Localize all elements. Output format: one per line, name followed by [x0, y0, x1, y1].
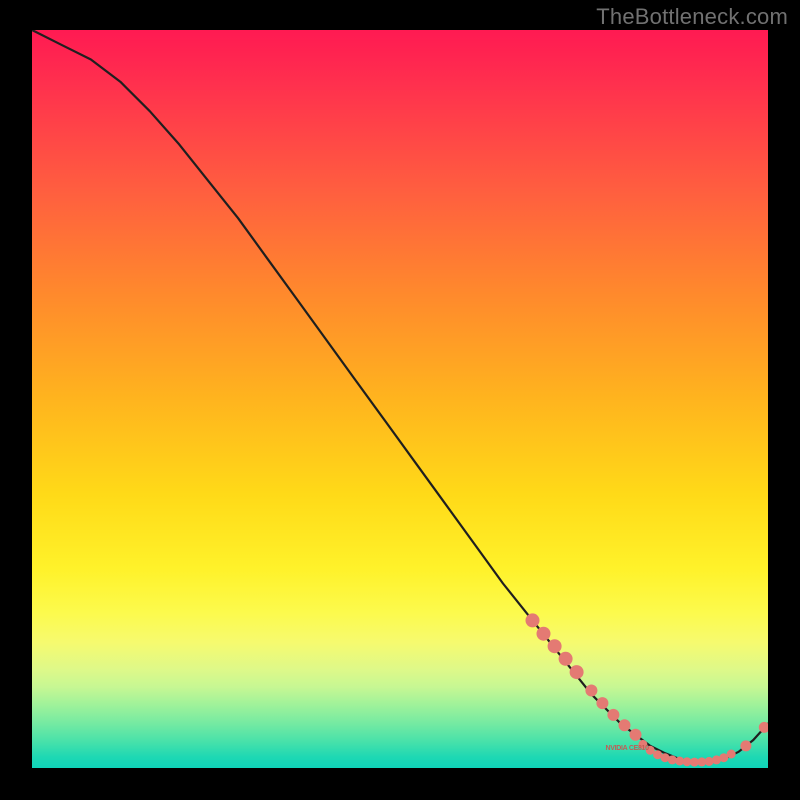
data-point-dot	[630, 729, 642, 741]
data-point-dot	[570, 665, 584, 679]
data-point-dot	[585, 685, 597, 697]
marker-group	[526, 613, 769, 766]
data-point-dot	[705, 757, 714, 766]
data-point-dot	[537, 627, 551, 641]
data-point-dot	[548, 639, 562, 653]
data-point-dot	[740, 740, 751, 751]
data-point-dot	[596, 697, 608, 709]
chart-frame: TheBottleneck.com NVIDIA CE810	[0, 0, 800, 800]
annotation-label: NVIDIA CE810	[606, 745, 649, 752]
data-point-dot	[559, 652, 573, 666]
data-point-dot	[607, 709, 619, 721]
bottleneck-curve-path	[32, 30, 768, 762]
data-point-dot	[619, 719, 631, 731]
data-point-dot	[727, 750, 736, 759]
data-point-dot	[526, 613, 540, 627]
curve-svg	[32, 30, 768, 768]
plot-area: NVIDIA CE810	[32, 30, 768, 768]
watermark-text: TheBottleneck.com	[596, 4, 788, 30]
